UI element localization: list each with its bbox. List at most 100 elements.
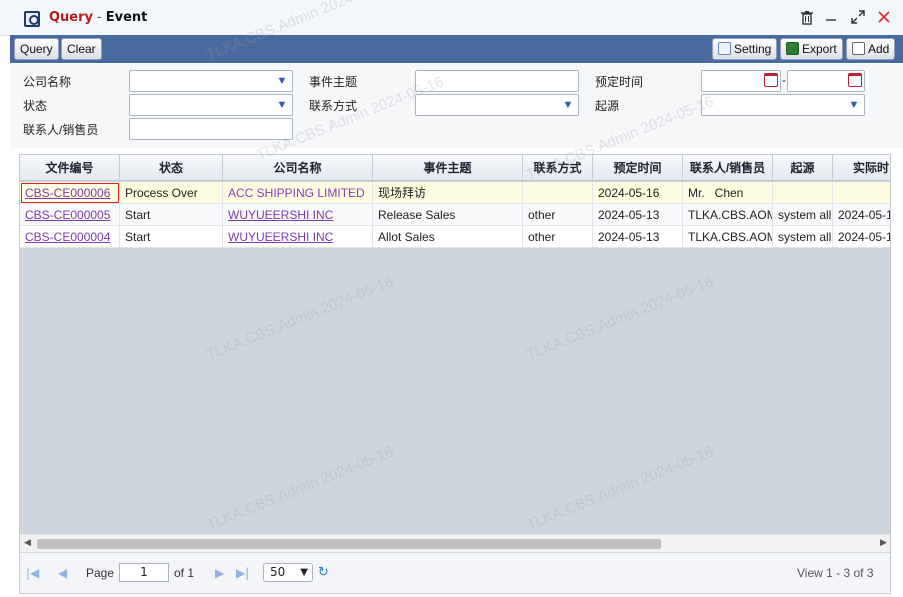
calendar-icon[interactable]	[764, 73, 778, 87]
view-summary: View 1 - 3 of 3	[797, 566, 874, 580]
prev-page-icon[interactable]: ◀	[58, 566, 67, 580]
contact-cell: Mr. Chen	[683, 182, 773, 204]
toolbar: Query Clear Setting Export Add	[10, 35, 903, 63]
export-label: Export	[802, 42, 837, 56]
source-label: 起源	[595, 99, 620, 113]
chevron-down-icon: ▼	[276, 99, 288, 111]
table-row[interactable]: CBS-CE000005 Start WUYUEERSHI INC Releas…	[20, 204, 890, 226]
title-bar: Query - Event	[0, 0, 903, 36]
refresh-icon[interactable]: ↻	[318, 565, 329, 580]
chevron-down-icon: ▼	[848, 99, 860, 111]
contact-cell: TLKA.CBS.AOM	[683, 204, 773, 226]
subject-cell: Allot Sales	[373, 226, 523, 248]
column-header[interactable]: 事件主题	[373, 155, 523, 181]
first-page-icon[interactable]: |◀	[26, 566, 39, 580]
setting-button[interactable]: Setting	[712, 38, 778, 60]
column-header[interactable]: 实际时	[833, 155, 890, 181]
column-header[interactable]: 文件编号	[20, 155, 120, 181]
contact-input[interactable]	[129, 118, 293, 140]
method-cell	[523, 182, 593, 204]
scroll-right-icon[interactable]: ▶	[880, 538, 887, 548]
status-cell: Process Over	[120, 182, 223, 204]
source-cell	[773, 182, 833, 204]
subject-cell: 现场拜访	[373, 182, 523, 204]
last-page-icon[interactable]: ▶|	[236, 566, 249, 580]
company-link[interactable]: WUYUEERSHI INC	[228, 208, 333, 222]
delete-icon[interactable]	[799, 10, 815, 26]
page-label: Page	[86, 566, 115, 580]
title-primary: Query	[49, 10, 94, 25]
next-page-icon[interactable]: ▶	[215, 566, 224, 580]
company-link[interactable]: ACC SHIPPING LIMITED	[228, 186, 365, 200]
company-link[interactable]: WUYUEERSHI INC	[228, 230, 333, 244]
add-label: Add	[868, 42, 890, 56]
page-size-select[interactable]: 50 ▼	[263, 563, 313, 582]
contact-label: 联系人/销售员	[23, 123, 99, 137]
status-label: 状态	[23, 99, 48, 113]
minimize-icon[interactable]	[823, 10, 839, 26]
status-select[interactable]: ▼	[129, 94, 293, 116]
contact-method-label: 联系方式	[309, 99, 358, 113]
calendar-icon[interactable]	[848, 73, 862, 87]
clear-button[interactable]: Clear	[61, 38, 102, 60]
export-excel-icon	[786, 42, 799, 55]
page-count: of 1	[174, 566, 195, 580]
scheduled-cell: 2024-05-13	[593, 226, 683, 248]
search-form: 公司名称 ▼ 事件主题 预定时间 - 状态 ▼ 联系方式 ▼ 起源 ▼ 联系人/…	[10, 64, 903, 148]
company-select[interactable]: ▼	[129, 70, 293, 92]
doc-no-link[interactable]: CBS-CE000005	[25, 208, 110, 222]
chevron-down-icon: ▼	[562, 99, 574, 111]
contact-method-select[interactable]: ▼	[415, 94, 579, 116]
add-icon	[852, 42, 865, 55]
column-header[interactable]: 联系方式	[523, 155, 593, 181]
doc-no-link[interactable]: CBS-CE000006	[25, 186, 110, 200]
contact-cell: TLKA.CBS.AOM	[683, 226, 773, 248]
scroll-thumb[interactable]	[37, 539, 661, 549]
actual-cell: 2024-05-1	[838, 208, 890, 222]
grid-header: 文件编号 状态 公司名称 事件主题 联系方式 预定时间 联系人/销售员 起源 实…	[20, 155, 890, 181]
query-button[interactable]: Query	[14, 38, 59, 60]
method-cell: other	[523, 226, 593, 248]
chevron-down-icon: ▼	[276, 75, 288, 87]
table-row[interactable]: CBS-CE000006 Process Over ACC SHIPPING L…	[20, 182, 890, 204]
title-separator: -	[97, 10, 102, 25]
scheduled-time-from[interactable]	[701, 70, 781, 92]
column-header[interactable]: 预定时间	[593, 155, 683, 181]
table-row[interactable]: CBS-CE000004 Start WUYUEERSHI INC Allot …	[20, 226, 890, 248]
scheduled-time-to[interactable]	[787, 70, 865, 92]
results-grid: 文件编号 状态 公司名称 事件主题 联系方式 预定时间 联系人/销售员 起源 实…	[19, 154, 891, 594]
doc-no-link[interactable]: CBS-CE000004	[25, 230, 110, 244]
window-title: Query - Event	[49, 10, 147, 25]
horizontal-scrollbar[interactable]: ◀ ▶	[20, 534, 890, 552]
source-cell: system all	[773, 226, 833, 248]
subject-label: 事件主题	[309, 75, 358, 89]
scheduled-time-label: 预定时间	[595, 75, 644, 89]
source-cell: system all	[773, 204, 833, 226]
subject-input[interactable]	[415, 70, 579, 92]
company-label: 公司名称	[23, 75, 72, 89]
column-header[interactable]: 联系人/销售员	[683, 155, 773, 181]
actual-cell	[833, 182, 890, 204]
title-secondary: Event	[105, 10, 148, 25]
scheduled-cell: 2024-05-16	[593, 182, 683, 204]
page-number-input[interactable]: 1	[119, 563, 169, 582]
status-cell: Start	[120, 204, 223, 226]
column-header[interactable]: 状态	[120, 155, 223, 181]
method-cell: other	[523, 204, 593, 226]
page-size-value: 50	[270, 565, 286, 579]
maximize-icon[interactable]	[850, 10, 866, 26]
scheduled-cell: 2024-05-13	[593, 204, 683, 226]
setting-label: Setting	[734, 42, 772, 56]
close-icon[interactable]	[876, 10, 892, 26]
subject-cell: Release Sales	[373, 204, 523, 226]
column-header[interactable]: 起源	[773, 155, 833, 181]
source-select[interactable]: ▼	[701, 94, 865, 116]
chevron-down-icon: ▼	[300, 567, 308, 578]
scroll-left-icon[interactable]: ◀	[24, 538, 31, 548]
column-header[interactable]: 公司名称	[223, 155, 373, 181]
export-button[interactable]: Export	[780, 38, 843, 60]
date-separator: -	[782, 73, 786, 87]
app-query-icon	[24, 11, 40, 27]
add-button[interactable]: Add	[846, 38, 896, 60]
actual-cell: 2024-05-1	[838, 230, 890, 244]
